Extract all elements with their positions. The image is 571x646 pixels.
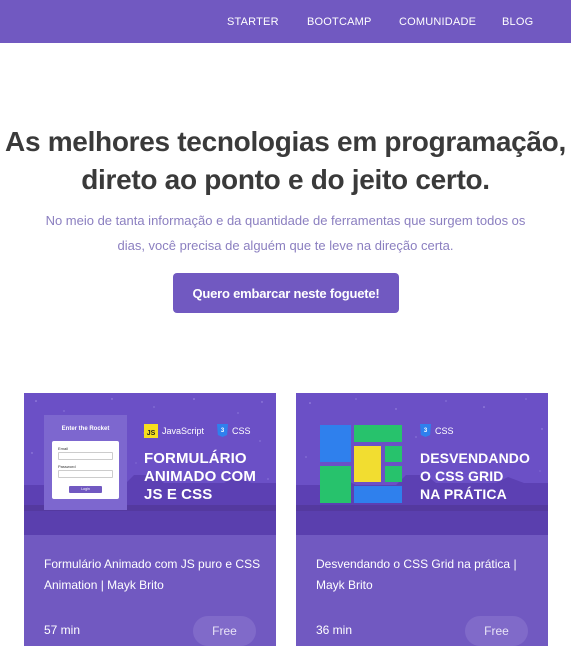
tag-css: 3 CSS — [420, 424, 454, 437]
nav-link-comunidade[interactable]: COMUNIDADE — [399, 16, 476, 28]
thumbnail-title: FORMULÁRIO ANIMADO COM JS E CSS — [144, 450, 256, 504]
mockup-title: Enter the Rocket — [61, 426, 110, 432]
course-title[interactable]: Formulário Animado com JS puro e CSS Ani… — [44, 554, 266, 596]
thumbnail-title-line1: DESVENDANDO — [420, 450, 531, 466]
tag-label: CSS — [232, 425, 251, 436]
course-thumbnail: Enter the Rocket Email Password Login JS… — [24, 393, 276, 535]
mockup-login-button: Login — [69, 486, 102, 493]
tag-javascript: JS JavaScript — [144, 424, 204, 438]
hero-subtitle-line1: No meio de tanta informação e da quantid… — [45, 213, 526, 228]
price-badge: Free — [465, 616, 528, 646]
tag-css: 3 CSS — [217, 424, 251, 437]
course-card-formulario[interactable]: Enter the Rocket Email Password Login JS… — [24, 393, 276, 646]
css3-icon: 3 — [217, 424, 228, 437]
thumbnail-title-line3: NA PRÁTICA — [420, 486, 507, 502]
login-form-mockup: Enter the Rocket Email Password Login — [44, 415, 127, 510]
mockup-email-input — [58, 452, 113, 460]
thumbnail-title-line3: JS E CSS — [144, 486, 213, 503]
mockup-password-input — [58, 470, 113, 478]
top-navbar: STARTER BOOTCAMP COMUNIDADE BLOG — [0, 0, 571, 43]
thumbnail-title-line2: O CSS GRID — [420, 468, 504, 484]
hero-title: As melhores tecnologias em programação, … — [0, 123, 571, 199]
course-card-css-grid[interactable]: 3 CSS DESVENDANDO O CSS GRID NA PRÁTICA … — [296, 393, 548, 646]
hero-subtitle: No meio de tanta informação e da quantid… — [28, 208, 543, 258]
nav-link-starter[interactable]: STARTER — [227, 16, 279, 28]
thumbnail-title-line2: ANIMADO COM — [144, 468, 256, 485]
hero-title-line2: direto ao ponto e do jeito certo. — [81, 164, 490, 195]
cta-button[interactable]: Quero embarcar neste foguete! — [173, 273, 399, 313]
mockup-password-label: Password — [58, 464, 76, 469]
hero-title-line1: As melhores tecnologias em programação, — [5, 126, 566, 157]
tag-label: JavaScript — [162, 426, 205, 436]
price-badge: Free — [193, 616, 256, 646]
mockup-email-label: Email — [58, 446, 69, 451]
nav-link-blog[interactable]: BLOG — [502, 16, 533, 28]
javascript-icon: JS — [144, 424, 158, 438]
mockup-form: Email Password Login — [52, 441, 119, 499]
tag-label: CSS — [435, 425, 454, 436]
course-thumbnail: 3 CSS DESVENDANDO O CSS GRID NA PRÁTICA — [296, 393, 548, 535]
thumbnail-title-line1: FORMULÁRIO — [144, 450, 247, 467]
nav-link-bootcamp[interactable]: BOOTCAMP — [307, 16, 372, 28]
course-duration: 57 min — [44, 623, 81, 637]
css3-icon: 3 — [420, 424, 431, 437]
thumbnail-title: DESVENDANDO O CSS GRID NA PRÁTICA — [420, 449, 530, 503]
course-duration: 36 min — [316, 623, 353, 637]
hero-subtitle-line2: dias, você precisa de alguém que te leve… — [117, 238, 454, 253]
course-title[interactable]: Desvendando o CSS Grid na prática | Mayk… — [316, 554, 538, 596]
